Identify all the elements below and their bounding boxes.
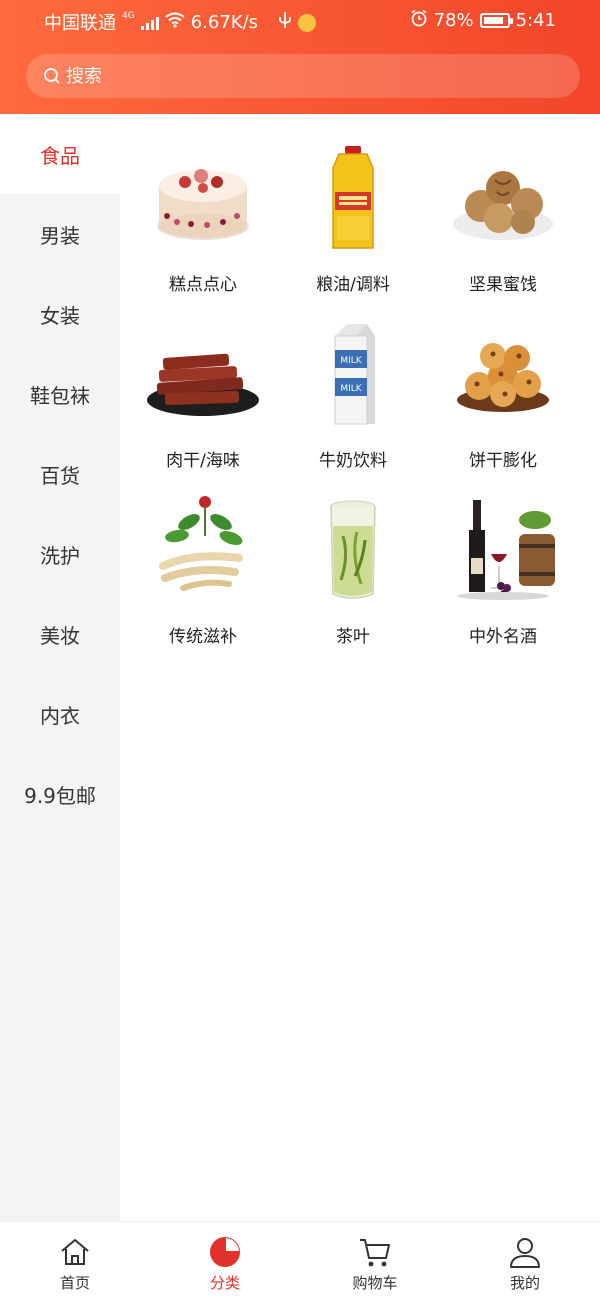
subcategory-label: 坚果蜜饯 bbox=[469, 275, 537, 295]
milk-carton-icon: MILK MILK bbox=[334, 324, 375, 425]
nav-category[interactable]: 分类 bbox=[150, 1222, 300, 1301]
carrier-name: 中国联通 bbox=[44, 13, 116, 34]
subcategory-item[interactable]: 传统滋补 bbox=[128, 486, 278, 647]
bottom-nav: 首页 分类 购物车 我的 bbox=[0, 1221, 600, 1301]
sidebar-item-free-shipping[interactable]: 9.9包邮 bbox=[0, 754, 120, 834]
clock-time: 5:41 bbox=[515, 10, 556, 31]
battery-icon bbox=[479, 13, 513, 28]
subcategory-label: 糕点点心 bbox=[169, 275, 237, 295]
category-content: 糕点点心 粮油/调料 坚果蜜饯 肉干/海味 MILK MILK 牛奶饮料 饼干膨… bbox=[120, 114, 600, 1221]
wine-icon bbox=[457, 500, 555, 600]
cart-icon bbox=[360, 1239, 390, 1267]
alarm-icon bbox=[410, 9, 428, 32]
nav-cart[interactable]: 购物车 bbox=[300, 1222, 450, 1301]
search-input[interactable] bbox=[66, 65, 546, 87]
home-icon bbox=[61, 1239, 89, 1265]
nav-profile[interactable]: 我的 bbox=[450, 1222, 600, 1301]
category-icon bbox=[210, 1237, 240, 1267]
subcategory-item[interactable]: 饼干膨化 bbox=[428, 310, 578, 471]
subcategory-grid: 糕点点心 粮油/调料 坚果蜜饯 肉干/海味 MILK MILK 牛奶饮料 饼干膨… bbox=[128, 134, 588, 647]
cookies-icon bbox=[457, 343, 549, 412]
usb-icon bbox=[278, 11, 292, 34]
jerky-icon bbox=[147, 353, 259, 416]
subcategory-item[interactable]: 糕点点心 bbox=[128, 134, 278, 295]
sidebar-item-general-goods[interactable]: 百货 bbox=[0, 434, 120, 514]
wifi-icon bbox=[165, 12, 185, 33]
user-icon bbox=[510, 1238, 540, 1268]
nav-label: 首页 bbox=[59, 1274, 90, 1292]
status-bar: 中国联通 4G 6.67K/s 78% 5:41 bbox=[0, 0, 600, 40]
status-right: 78% 5:41 bbox=[410, 9, 556, 32]
subcategory-label: 茶叶 bbox=[336, 627, 370, 647]
signal-icon bbox=[140, 14, 159, 30]
nav-label: 购物车 bbox=[352, 1274, 398, 1292]
oil-bottle-icon bbox=[332, 146, 374, 249]
walnut-icon bbox=[453, 171, 553, 240]
subcategory-item[interactable]: MILK MILK 牛奶饮料 bbox=[278, 310, 428, 471]
nav-home[interactable]: 首页 bbox=[0, 1222, 150, 1301]
app-root: 中国联通 4G 6.67K/s 78% 5:41 搜索 食品 男装 女装 鞋包袜… bbox=[0, 0, 600, 1301]
network-tag: 4G bbox=[122, 11, 135, 21]
status-left: 中国联通 4G 6.67K/s bbox=[44, 9, 317, 35]
subcategory-label: 中外名酒 bbox=[469, 627, 537, 647]
nav-label: 我的 bbox=[509, 1274, 540, 1292]
sidebar-item-underwear[interactable]: 内衣 bbox=[0, 674, 120, 754]
search-bar[interactable] bbox=[26, 54, 580, 98]
sidebar-item-beauty[interactable]: 美妆 bbox=[0, 594, 120, 674]
cake-icon bbox=[157, 169, 249, 240]
sidebar-item-menswear[interactable]: 男装 bbox=[0, 194, 120, 274]
subcategory-label: 传统滋补 bbox=[169, 627, 237, 647]
subcategory-label: 肉干/海味 bbox=[166, 451, 240, 471]
subcategory-item[interactable]: 坚果蜜饯 bbox=[428, 134, 578, 295]
subcategory-label: 牛奶饮料 bbox=[319, 451, 387, 471]
sidebar-item-womenswear[interactable]: 女装 bbox=[0, 274, 120, 354]
battery-percent: 78% bbox=[433, 10, 474, 31]
carton-text: MILK bbox=[340, 356, 362, 366]
subcategory-label: 粮油/调料 bbox=[316, 275, 390, 295]
header: 中国联通 4G 6.67K/s 78% 5:41 搜索 bbox=[0, 0, 600, 114]
sidebar-item-food[interactable]: 食品 bbox=[0, 114, 120, 194]
network-speed: 6.67K/s bbox=[190, 11, 259, 33]
category-sidebar: 食品 男装 女装 鞋包袜 百货 洗护 美妆 内衣 9.9包邮 bbox=[0, 114, 120, 1221]
search-icon bbox=[42, 66, 62, 86]
tea-glass-icon bbox=[330, 500, 376, 599]
ginseng-icon bbox=[159, 496, 243, 591]
subcategory-item[interactable]: 粮油/调料 bbox=[278, 134, 428, 295]
subcategory-item[interactable]: 茶叶 bbox=[278, 486, 428, 647]
subcategory-item[interactable]: 肉干/海味 bbox=[128, 310, 278, 471]
nav-label: 分类 bbox=[209, 1274, 240, 1292]
subcategory-label: 饼干膨化 bbox=[469, 451, 537, 471]
subcategory-item[interactable]: 中外名酒 bbox=[428, 486, 578, 647]
message-notification-icon bbox=[298, 14, 317, 32]
carton-text: MILK bbox=[340, 384, 362, 394]
sidebar-item-personal-care[interactable]: 洗护 bbox=[0, 514, 120, 594]
sidebar-item-shoes-bags-socks[interactable]: 鞋包袜 bbox=[0, 354, 120, 434]
